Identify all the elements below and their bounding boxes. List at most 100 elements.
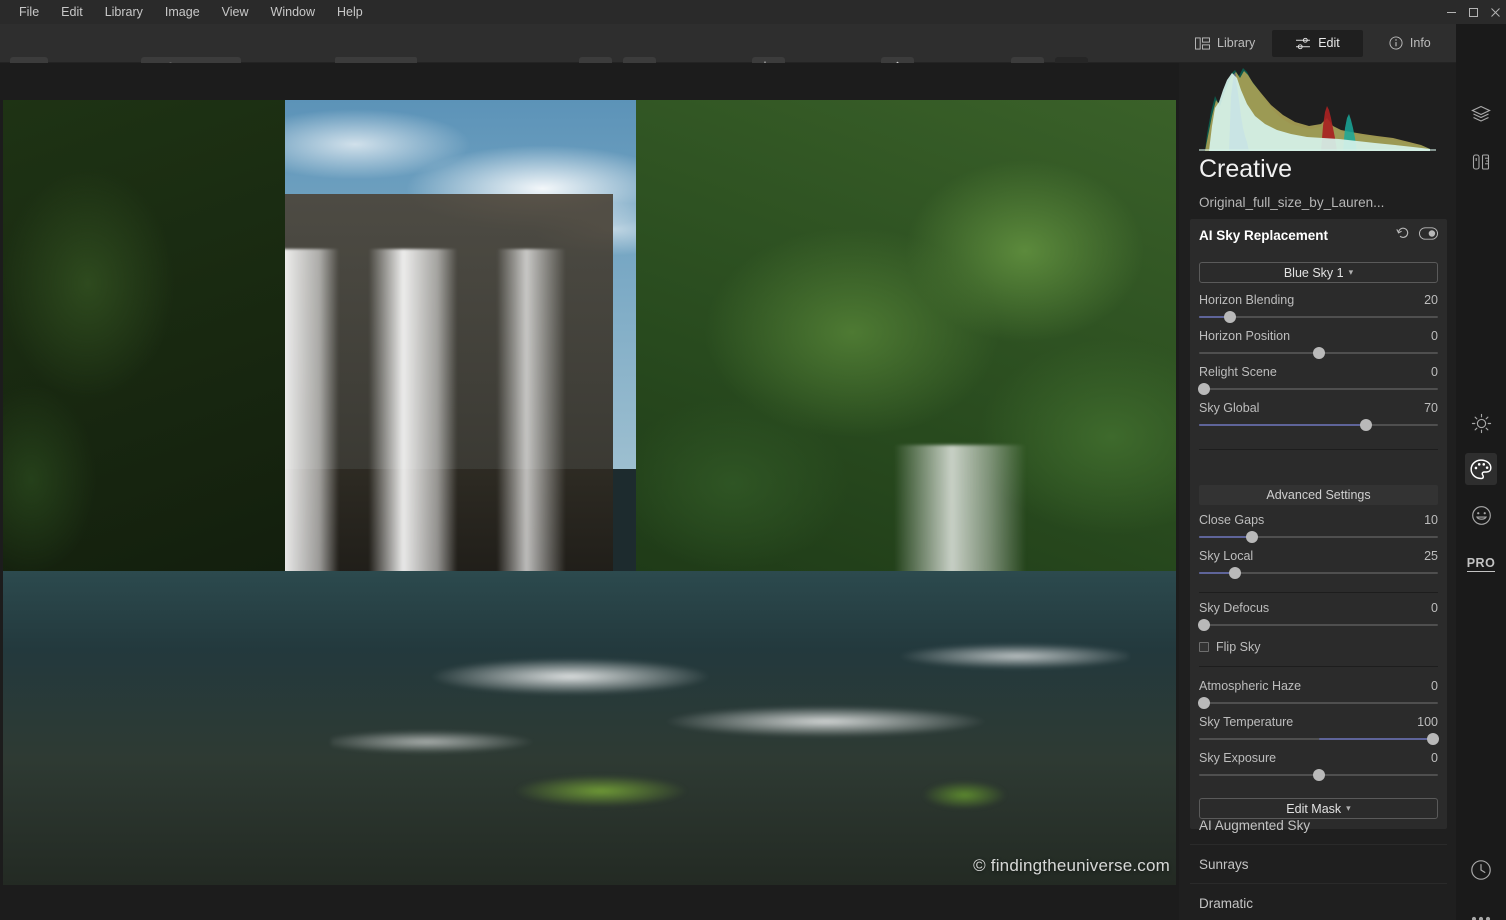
slider-label: Relight Scene	[1199, 365, 1277, 379]
pro-label: PRO	[1466, 556, 1496, 572]
slider-knob[interactable]	[1228, 567, 1241, 579]
slider-knob[interactable]	[1312, 769, 1325, 781]
slider-value: 10	[1424, 513, 1438, 527]
list-item-label: Sunrays	[1199, 856, 1249, 872]
palette-creative-icon[interactable]	[1465, 453, 1497, 485]
photo-preview[interactable]: © findingtheuniverse.com	[3, 100, 1176, 885]
menu-item-file[interactable]: File	[8, 1, 50, 23]
slider-fill	[1199, 424, 1367, 426]
slider-label: Close Gaps	[1199, 513, 1265, 527]
window-controls	[1440, 0, 1506, 24]
slider-knob[interactable]	[1245, 531, 1258, 543]
histogram[interactable]	[1199, 66, 1436, 151]
slider-label: Sky Local	[1199, 549, 1254, 563]
advanced-settings-button[interactable]: Advanced Settings	[1199, 485, 1438, 505]
photo-watermark: © findingtheuniverse.com	[973, 856, 1170, 875]
slider-label: Horizon Blending	[1199, 293, 1295, 307]
tab-library[interactable]: Library	[1180, 30, 1270, 57]
slider-label: Sky Temperature	[1199, 715, 1294, 729]
slider-knob[interactable]	[1197, 619, 1210, 631]
photo-moss-rock	[472, 743, 731, 838]
luminar-app-window: File Edit Library Image View Window Help	[0, 0, 1506, 920]
slider-fill	[1199, 536, 1252, 538]
filename-label: Original_full_size_by_Lauren...	[1199, 195, 1385, 210]
sliders-icon	[1296, 37, 1311, 49]
canvas-area[interactable]: © findingtheuniverse.com	[0, 63, 1179, 920]
slider-relight-scene[interactable]: Relight Scene 0	[1197, 365, 1438, 399]
slider-sky-defocus[interactable]: Sky Defocus 0	[1197, 601, 1438, 635]
flip-sky-checkbox[interactable]	[1199, 642, 1209, 652]
menu-item-edit[interactable]: Edit	[50, 1, 94, 23]
library-icon	[1195, 36, 1210, 50]
tab-edit[interactable]: Edit	[1272, 29, 1363, 57]
slider-track[interactable]	[1199, 702, 1438, 704]
slider-sky-temperature[interactable]: Sky Temperature 100	[1199, 715, 1440, 749]
slider-knob[interactable]	[1224, 311, 1237, 323]
slider-value: 25	[1424, 549, 1438, 563]
slider-value: 0	[1431, 365, 1438, 379]
more-dots-icon[interactable]	[1465, 903, 1497, 920]
slider-sky-global[interactable]: Sky Global 70	[1199, 401, 1438, 435]
slider-knob[interactable]	[1427, 733, 1440, 745]
slider-horizon-position[interactable]: Horizon Position 0	[1199, 329, 1438, 363]
slider-label: Sky Defocus	[1199, 601, 1270, 615]
tools-icon[interactable]	[1465, 146, 1497, 178]
histogram-chart	[1199, 66, 1436, 151]
menu-item-help[interactable]: Help	[326, 1, 374, 23]
slider-knob[interactable]	[1197, 383, 1210, 395]
close-icon[interactable]	[1484, 0, 1506, 24]
slider-sky-exposure[interactable]: Sky Exposure 0	[1199, 751, 1438, 785]
title-bar: File Edit Library Image View Window Help	[0, 0, 1506, 24]
slider-value: 20	[1424, 293, 1438, 307]
slider-close-gaps[interactable]: Close Gaps 10	[1199, 513, 1438, 547]
slider-track[interactable]	[1199, 388, 1438, 390]
list-item-sunrays[interactable]: Sunrays	[1190, 845, 1447, 884]
chevron-down-icon: ▾	[1348, 267, 1354, 277]
divider	[1199, 592, 1438, 593]
tool-rail: PRO	[1456, 24, 1506, 920]
card-title: AI Sky Replacement	[1199, 228, 1329, 243]
photo-moss-rock-2	[894, 751, 1036, 838]
tab-info-label: Info	[1409, 36, 1431, 50]
history-clock-icon[interactable]	[1465, 854, 1497, 886]
list-item-label: Dramatic	[1199, 895, 1254, 911]
info-icon	[1389, 36, 1403, 50]
minimize-icon[interactable]	[1440, 0, 1462, 24]
reset-icon[interactable]	[1396, 226, 1410, 245]
tab-edit-label: Edit	[1318, 36, 1340, 50]
menu-item-view[interactable]: View	[211, 1, 260, 23]
list-item-ai-augmented-sky[interactable]: AI Augmented Sky	[1190, 806, 1447, 845]
tab-library-label: Library	[1217, 36, 1256, 50]
slider-label: Horizon Position	[1199, 329, 1291, 343]
tab-info[interactable]: Info	[1365, 30, 1455, 57]
right-panel-tabs: Library Edit Info	[1179, 24, 1456, 63]
right-panel: Library Edit Info Creative Original_full…	[1179, 24, 1456, 920]
menu-item-image[interactable]: Image	[154, 1, 211, 23]
slider-sky-local[interactable]: Sky Local 25	[1199, 549, 1438, 583]
list-item-dramatic[interactable]: Dramatic	[1190, 884, 1447, 920]
slider-track[interactable]	[1199, 624, 1438, 626]
menu-item-window[interactable]: Window	[260, 1, 326, 23]
slider-label: Sky Exposure	[1199, 751, 1277, 765]
page-title: Creative	[1199, 155, 1293, 183]
slider-knob[interactable]	[1312, 347, 1325, 359]
slider-fill	[1318, 738, 1434, 740]
advanced-settings-label: Advanced Settings	[1266, 488, 1371, 502]
sky-preset-dropdown[interactable]: Blue Sky 1 ▾	[1199, 262, 1438, 283]
maximize-icon[interactable]	[1462, 0, 1484, 24]
layers-icon[interactable]	[1465, 98, 1497, 130]
toggle-visibility-icon[interactable]	[1419, 226, 1438, 245]
slider-knob[interactable]	[1197, 697, 1210, 709]
slider-value: 70	[1424, 401, 1438, 415]
pro-icon[interactable]: PRO	[1465, 548, 1497, 580]
menu-item-library[interactable]: Library	[94, 1, 154, 23]
sky-preset-label: Blue Sky 1	[1283, 265, 1344, 280]
sun-essentials-icon[interactable]	[1465, 407, 1497, 439]
slider-atmospheric-haze[interactable]: Atmospheric Haze 0	[1197, 679, 1438, 713]
slider-knob[interactable]	[1360, 419, 1373, 431]
card-actions	[1396, 226, 1438, 245]
flip-sky-checkbox-row[interactable]: Flip Sky	[1199, 639, 1438, 655]
portrait-face-icon[interactable]	[1465, 499, 1497, 531]
slider-label: Sky Global	[1199, 401, 1260, 415]
slider-horizon-blending[interactable]: Horizon Blending 20	[1199, 293, 1438, 327]
